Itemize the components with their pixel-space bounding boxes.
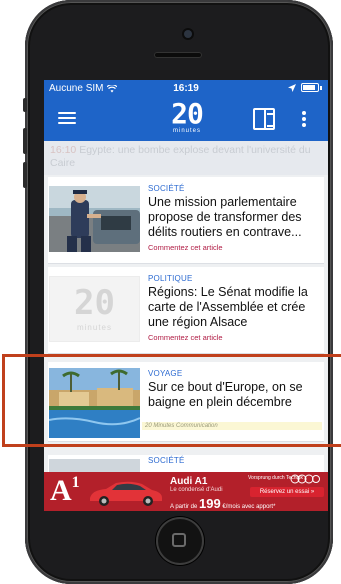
ad-cta-label: Réservez un essai [259,489,310,495]
article-text: POLITIQUE Régions: Le Sénat modifie la c… [148,274,320,342]
home-button[interactable] [156,517,204,565]
location-arrow-icon [288,83,296,92]
police-officer-photo [49,186,140,252]
article-card[interactable]: SOCIÉTÉ Une mission parlementaire propos… [48,177,324,264]
placeholder-thumbnail: 20 minutes [49,276,140,342]
logo-subtitle: minutes [172,128,201,134]
article-text: SOCIÉTÉ Une mission parlementaire propos… [148,184,320,252]
volume-down-button [23,162,27,188]
ad-subtitle: Le condensé d'Audi [170,487,223,493]
front-camera [184,30,192,38]
comment-link[interactable]: Commentez cet article [148,333,320,342]
home-square-icon [172,533,186,547]
battery-tip [320,85,322,90]
breaking-news-ticker[interactable]: 16:10 Egypte: une bombe explose devant l… [44,141,328,175]
status-bar: Aucune SIM 16:19 [44,80,328,98]
article-text: SOCIÉTÉ [148,456,320,467]
hamburger-menu-icon[interactable] [58,109,76,129]
more-options-icon[interactable] [302,111,308,129]
ad-logo-number: 1 [71,474,80,491]
status-time: 16:19 [173,83,199,94]
article-headline[interactable]: Une mission parlementaire propose de tra… [148,195,320,240]
ad-price-value: 199 [199,496,221,511]
placeholder-logo-number: 20 [74,283,115,323]
volume-up-button [23,128,27,154]
article-thumbnail [49,186,140,252]
audi-ad-banner[interactable]: A1 Audi A1 Le condensé d'Audi A partir d… [44,472,328,511]
earpiece-speaker [154,52,202,58]
app-header: Aucune SIM 16:19 20 minutes [44,80,328,141]
comment-link[interactable]: Commentez cet article [148,243,320,252]
status-right [288,83,322,92]
ad-price: A partir de 199 €/mois avec apport* [170,496,275,511]
app-logo[interactable]: 20 minutes [168,100,206,136]
ad-logo: A1 [50,475,80,507]
ad-cta-button[interactable]: Réservez un essai » [250,487,324,497]
ticker-text: Egypte: une bombe explose devant l'unive… [50,144,311,169]
article-category: POLITIQUE [148,274,193,283]
placeholder-logo-subtitle: minutes [76,323,112,332]
car-image [90,481,162,506]
ad-logo-letter: A [50,474,72,507]
article-category: SOCIÉTÉ [148,184,185,193]
battery-icon [301,83,319,92]
ad-price-suffix: €/mois avec apport* [222,504,276,510]
newspaper-edition-icon[interactable] [253,108,275,130]
highlight-box [2,354,341,447]
article-card[interactable]: 20 minutes POLITIQUE Régions: Le Sénat m… [48,267,324,354]
ad-title: Audi A1 [170,476,208,487]
logo-number: 20 [171,97,204,130]
article-category: SOCIÉTÉ [148,456,185,465]
ad-price-prefix: A partir de [170,504,198,510]
audi-rings-icon [290,474,320,484]
mute-switch [23,98,27,112]
article-headline[interactable]: Régions: Le Sénat modifie la carte de l'… [148,285,320,330]
nav-bar: 20 minutes [44,98,328,141]
ticker-time: 16:10 [50,144,77,156]
